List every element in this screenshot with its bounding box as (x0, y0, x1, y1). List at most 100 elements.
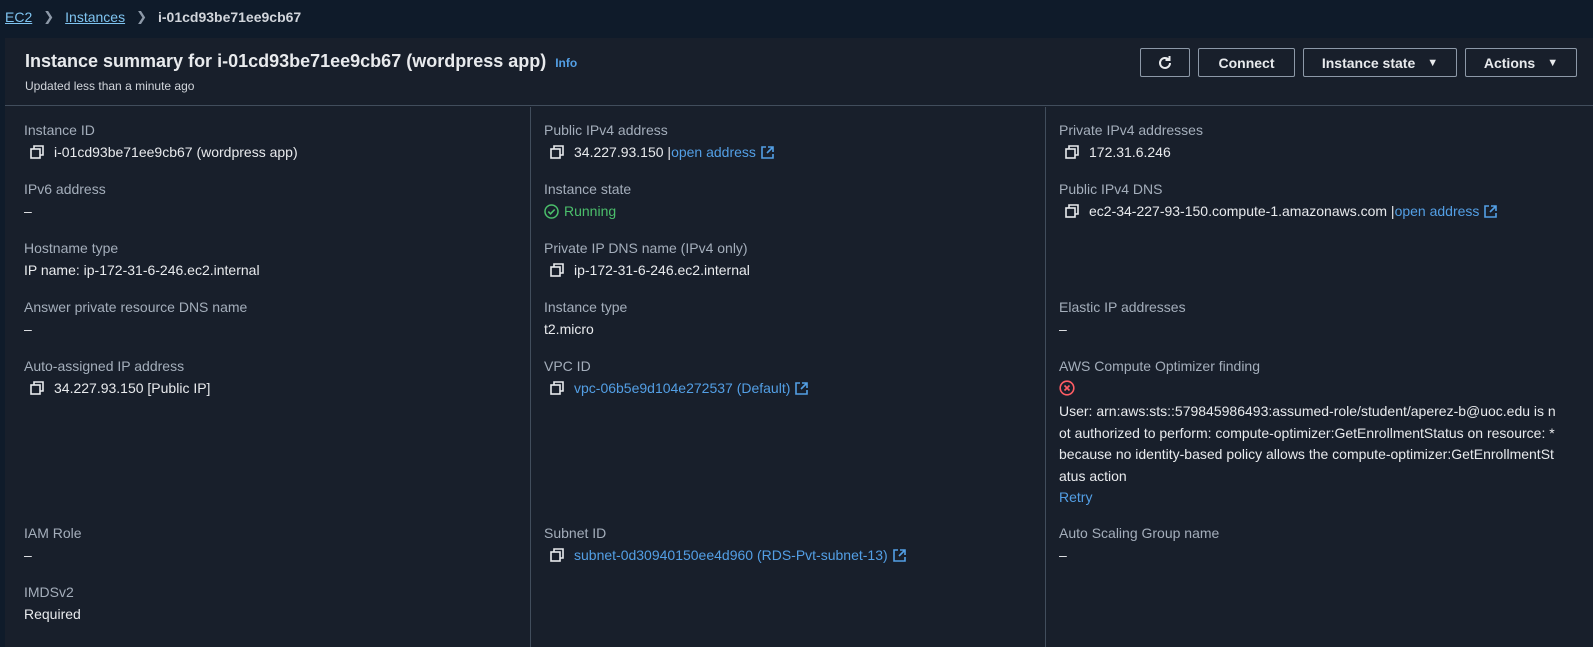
error-circle-icon (1059, 380, 1075, 396)
details-column-3: Private IPv4 addresses 172.31.6.246 Publ… (1045, 107, 1593, 647)
external-link-icon (892, 548, 906, 562)
field-label: Public IPv4 DNS (1059, 181, 1163, 197)
field-label: Private IP DNS name (IPv4 only) (544, 240, 748, 256)
field-public-dns: Public IPv4 DNS ec2-34-227-93-150.comput… (1059, 180, 1583, 220)
caret-down-icon: ▼ (1427, 56, 1439, 69)
field-value: i-01cd93be71ee9cb67 (wordpress app) (24, 143, 520, 161)
breadcrumb-ec2[interactable]: EC2 (5, 9, 32, 25)
page-title: Instance summary for i-01cd93be71ee9cb67… (25, 51, 547, 71)
details-column-1: Instance ID i-01cd93be71ee9cb67 (wordpre… (5, 107, 530, 647)
imds-value: Required (24, 606, 81, 622)
breadcrumb: EC2 ❯ Instances ❯ i-01cd93be71ee9cb67 (0, 0, 1593, 34)
field-label: Answer private resource DNS name (24, 299, 248, 315)
subnet-link[interactable]: subnet-0d30940150ee4d960 (RDS-Pvt-subnet… (574, 546, 888, 564)
field-label: Instance state (544, 181, 632, 197)
field-label: Public IPv4 address (544, 122, 668, 138)
chevron-right-icon: ❯ (136, 9, 147, 24)
actions-label: Actions (1483, 54, 1536, 71)
field-label: IPv6 address (24, 181, 106, 197)
field-label: AWS Compute Optimizer finding (1059, 358, 1260, 374)
field-label: IAM Role (24, 525, 82, 541)
field-hostname-type: Hostname type IP name: ip-172-31-6-246.e… (24, 239, 520, 279)
field-iam-role: IAM Role – (24, 524, 520, 564)
copy-icon[interactable] (30, 145, 44, 159)
copy-icon[interactable] (1065, 145, 1079, 159)
public-ipv4-value: 34.227.93.150 | (574, 144, 672, 160)
field-label: Auto Scaling Group name (1059, 525, 1220, 541)
external-link-icon (1484, 204, 1498, 218)
connect-button[interactable]: Connect (1198, 48, 1295, 77)
hostname-type-value: IP name: ip-172-31-6-246.ec2.internal (24, 262, 260, 278)
field-label: IMDSv2 (24, 584, 74, 600)
copy-icon[interactable] (550, 145, 564, 159)
field-value: 172.31.6.246 (1059, 143, 1583, 161)
breadcrumb-instances[interactable]: Instances (65, 9, 125, 25)
optimizer-error-text: User: arn:aws:sts::579845986493:assumed-… (1059, 403, 1556, 484)
actions-button[interactable]: Actions ▼ (1465, 48, 1577, 77)
field-vpc-id: VPC ID vpc-06b5e9d104e272537 (Default) (544, 357, 1035, 397)
public-dns-value: ec2-34-227-93-150.compute-1.amazonaws.co… (1089, 203, 1395, 219)
header-actions: Connect Instance state ▼ Actions ▼ (1140, 48, 1577, 77)
open-address-link[interactable]: open address (671, 143, 756, 161)
copy-icon[interactable] (550, 263, 564, 277)
field-label: VPC ID (544, 358, 591, 374)
open-address-link[interactable]: open address (1395, 202, 1480, 220)
field-label: Instance type (544, 299, 628, 315)
field-subnet-id: Subnet ID subnet-0d30940150ee4d960 (RDS-… (544, 524, 1035, 564)
field-compute-optimizer: AWS Compute Optimizer finding User: arn:… (1059, 357, 1583, 507)
asg-value: – (1059, 547, 1067, 563)
field-label: Private IPv4 addresses (1059, 122, 1203, 138)
ipv6-value: – (24, 203, 32, 219)
vpc-link[interactable]: vpc-06b5e9d104e272537 (Default) (574, 379, 790, 397)
field-value: 34.227.93.150 [Public IP] (24, 379, 520, 397)
field-label: Subnet ID (544, 525, 607, 541)
private-ipv4-value: 172.31.6.246 (1089, 144, 1171, 160)
field-ipv6: IPv6 address – (24, 180, 520, 220)
field-value: ip-172-31-6-246.ec2.internal (544, 261, 1035, 279)
field-answer-dns: Answer private resource DNS name – (24, 298, 520, 338)
field-asg-name: Auto Scaling Group name – (1059, 524, 1583, 564)
field-elastic-ip: Elastic IP addresses – (1059, 298, 1583, 338)
answer-dns-value: – (24, 321, 32, 337)
external-link-icon (761, 145, 774, 159)
iam-value: – (24, 547, 32, 563)
field-imdsv2: IMDSv2 Required (24, 583, 520, 623)
instance-summary-panel: Instance summary for i-01cd93be71ee9cb67… (5, 38, 1593, 647)
field-label: Elastic IP addresses (1059, 299, 1186, 315)
title-row: Instance summary for i-01cd93be71ee9cb67… (25, 51, 577, 72)
copy-icon[interactable] (550, 381, 564, 395)
breadcrumb-current: i-01cd93be71ee9cb67 (157, 9, 302, 25)
field-private-dns: Private IP DNS name (IPv4 only) ip-172-3… (544, 239, 1035, 279)
status-badge: Running (544, 202, 1035, 220)
field-label: Hostname type (24, 240, 119, 256)
field-value (1059, 380, 1583, 396)
copy-icon[interactable] (1065, 204, 1079, 218)
instance-id-value: i-01cd93be71ee9cb67 (wordpress app) (54, 144, 298, 160)
refresh-icon (1159, 55, 1171, 69)
field-instance-id: Instance ID i-01cd93be71ee9cb67 (wordpre… (24, 121, 520, 161)
instance-state-value: Running (564, 203, 617, 219)
field-auto-ip: Auto-assigned IP address 34.227.93.150 [… (24, 357, 520, 397)
chevron-right-icon: ❯ (43, 9, 55, 24)
retry-link[interactable]: Retry (1059, 487, 1583, 507)
elastic-ip-value: – (1059, 321, 1067, 337)
instance-state-button[interactable]: Instance state ▼ (1303, 48, 1457, 77)
instance-state-label: Instance state (1321, 54, 1416, 71)
details-column-2: Public IPv4 address 34.227.93.150 | open… (530, 107, 1045, 647)
private-dns-value: ip-172-31-6-246.ec2.internal (574, 262, 750, 278)
instance-type-value: t2.micro (544, 321, 594, 337)
field-private-ipv4: Private IPv4 addresses 172.31.6.246 (1059, 121, 1583, 161)
check-circle-icon (544, 203, 559, 219)
updated-status: Updated less than a minute ago (25, 79, 195, 93)
field-public-ipv4: Public IPv4 address 34.227.93.150 | open… (544, 121, 1035, 161)
details-grid: Instance ID i-01cd93be71ee9cb67 (wordpre… (5, 107, 1593, 647)
field-value: 34.227.93.150 | open address (544, 143, 1035, 161)
field-value: ec2-34-227-93-150.compute-1.amazonaws.co… (1059, 202, 1583, 220)
copy-icon[interactable] (30, 381, 44, 395)
field-instance-state: Instance state Running (544, 180, 1035, 220)
info-link[interactable]: Info (555, 56, 577, 70)
caret-down-icon: ▼ (1547, 56, 1559, 69)
refresh-button[interactable] (1140, 48, 1190, 77)
copy-icon[interactable] (550, 548, 564, 562)
field-value: subnet-0d30940150ee4d960 (RDS-Pvt-subnet… (544, 546, 1035, 564)
